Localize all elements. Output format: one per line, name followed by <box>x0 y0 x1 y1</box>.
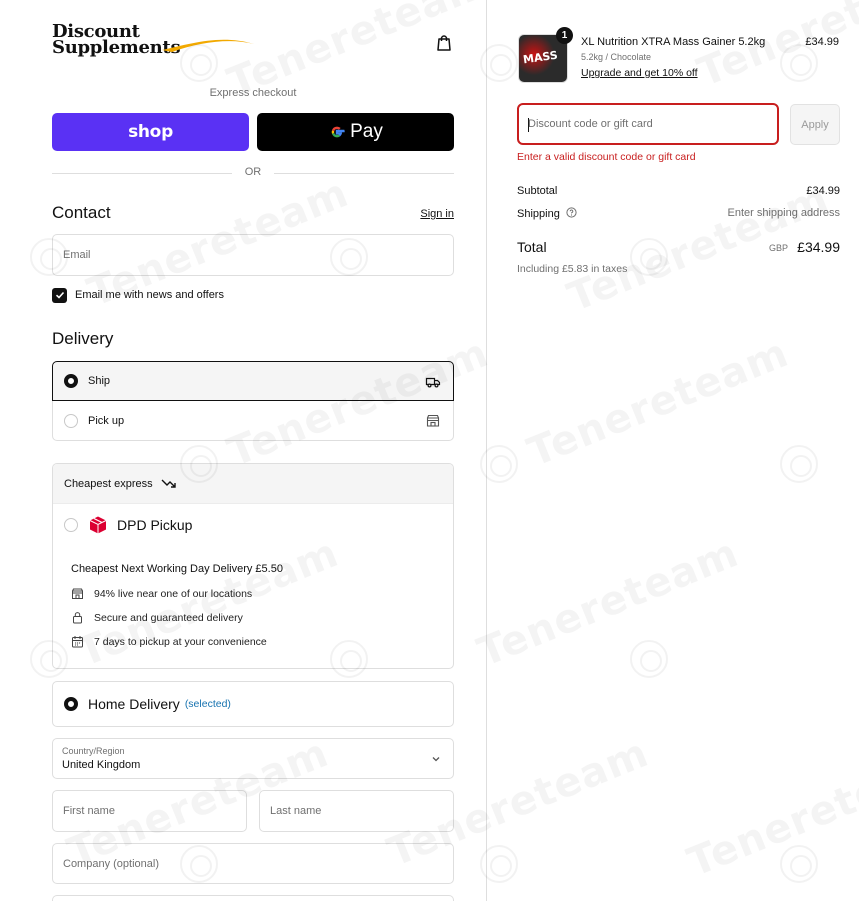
delivery-option-ship[interactable]: Ship <box>52 361 454 401</box>
total-label: Total <box>517 239 547 255</box>
ship-label: Ship <box>88 375 111 387</box>
cart-button[interactable] <box>434 33 454 53</box>
first-name-placeholder: First name <box>63 805 115 817</box>
google-pay-label: Pay <box>350 121 383 142</box>
tax-note: Including £5.83 in taxes <box>517 263 628 275</box>
home-delivery-radio[interactable] <box>64 697 78 711</box>
newsletter-checkbox-row[interactable]: Email me with news and offers <box>52 287 224 303</box>
email-field[interactable]: Email <box>52 234 454 276</box>
feature-text: 7 days to pickup at your convenience <box>94 635 267 648</box>
store-icon <box>72 588 83 599</box>
shop-pay-button[interactable]: shop <box>52 113 249 151</box>
dpd-description: Cheapest Next Working Day Delivery £5.50 <box>71 563 283 575</box>
feature-text: 94% live near one of our locations <box>94 587 253 600</box>
calendar-icon <box>72 636 83 648</box>
shipping-method-home-delivery[interactable]: Home Delivery (selected) <box>52 681 454 727</box>
product-price: £34.99 <box>805 36 839 48</box>
pickup-label: Pick up <box>88 414 125 427</box>
or-label: OR <box>244 166 262 178</box>
product-variant: 5.2kg / Chocolate <box>581 52 652 62</box>
apply-discount-button[interactable]: Apply <box>790 104 840 145</box>
logo-swoosh-icon <box>162 39 254 52</box>
shopping-bag-icon <box>437 35 451 51</box>
subtotal-value: £34.99 <box>806 185 840 197</box>
contact-heading: Contact <box>52 203 111 222</box>
shipping-group-title: Cheapest express <box>64 477 153 490</box>
dpd-method-name: DPD Pickup <box>117 517 193 533</box>
home-delivery-name: Home Delivery <box>88 696 180 712</box>
country-label: Country/Region <box>62 746 125 756</box>
truck-icon <box>425 377 441 388</box>
trend-down-icon <box>161 479 176 488</box>
store-logo[interactable]: Discount Supplements <box>52 23 254 64</box>
feature-item: 7 days to pickup at your convenience <box>71 635 267 648</box>
dpd-radio[interactable] <box>64 518 78 532</box>
shipping-row: Shipping Enter shipping address <box>517 207 840 220</box>
express-checkout-title: Express checkout <box>209 87 297 99</box>
country-value: United Kingdom <box>62 759 141 771</box>
shipping-label: Shipping <box>517 208 560 220</box>
checkmark-icon <box>55 291 64 299</box>
last-name-placeholder: Last name <box>270 805 322 817</box>
feature-item: Secure and guaranteed delivery <box>71 611 243 624</box>
home-delivery-selected-label: (selected) <box>184 698 231 710</box>
total-currency: GBP <box>768 243 788 253</box>
total-value: £34.99 <box>797 239 840 255</box>
dpd-box-icon <box>89 516 107 534</box>
shipping-value: Enter shipping address <box>727 207 840 219</box>
ship-radio[interactable] <box>64 374 78 388</box>
upsell-link[interactable]: Upgrade and get 10% off <box>581 67 698 79</box>
shop-pay-label: shop <box>128 122 173 142</box>
help-icon[interactable] <box>566 207 577 218</box>
shipping-group-header: Cheapest express <box>53 464 453 504</box>
shipping-method-group: Cheapest express DPD Pickup Cheapest Nex… <box>52 463 454 669</box>
google-g-icon <box>331 126 345 138</box>
store-icon <box>426 414 440 427</box>
country-select[interactable]: Country/Region United Kingdom <box>52 738 454 779</box>
company-field[interactable]: Company (optional) <box>52 843 454 884</box>
sign-in-link[interactable]: Sign in <box>400 208 454 220</box>
checkout-main: Discount Supplements Express checkout sh… <box>0 0 486 901</box>
last-name-field[interactable]: Last name <box>259 790 454 832</box>
newsletter-label: Email me with news and offers <box>75 289 224 301</box>
pickup-radio[interactable] <box>64 413 78 428</box>
subtotal-label: Subtotal <box>517 185 558 197</box>
delivery-option-pickup[interactable]: Pick up <box>52 401 454 441</box>
delivery-heading: Delivery <box>52 329 114 348</box>
discount-error-message: Enter a valid discount code or gift card <box>517 151 696 163</box>
first-name-field[interactable]: First name <box>52 790 247 832</box>
divider-line-right <box>274 173 454 174</box>
total-row: Total GBP £34.99 <box>517 239 840 257</box>
feature-item: 94% live near one of our locations <box>71 587 252 600</box>
order-summary: MASS 1 XL Nutrition XTRA Mass Gainer 5.2… <box>486 0 859 901</box>
chevron-down-icon <box>432 757 440 762</box>
company-placeholder: Company (optional) <box>63 857 159 870</box>
address-field[interactable] <box>52 895 454 901</box>
discount-placeholder: Discount code or gift card <box>528 118 653 130</box>
quantity-badge: 1 <box>556 27 573 44</box>
subtotal-row: Subtotal £34.99 <box>517 185 840 197</box>
newsletter-checkbox[interactable] <box>52 287 67 303</box>
discount-code-input[interactable]: Discount code or gift card <box>517 103 779 145</box>
product-name: XL Nutrition XTRA Mass Gainer 5.2kg <box>581 36 766 48</box>
shipping-method-dpd[interactable]: DPD Pickup <box>53 512 453 538</box>
feature-text: Secure and guaranteed delivery <box>94 611 243 624</box>
email-placeholder: Email <box>63 249 91 261</box>
or-divider: OR <box>52 166 454 180</box>
google-pay-button[interactable]: Pay <box>257 113 454 151</box>
lock-icon <box>73 612 82 624</box>
